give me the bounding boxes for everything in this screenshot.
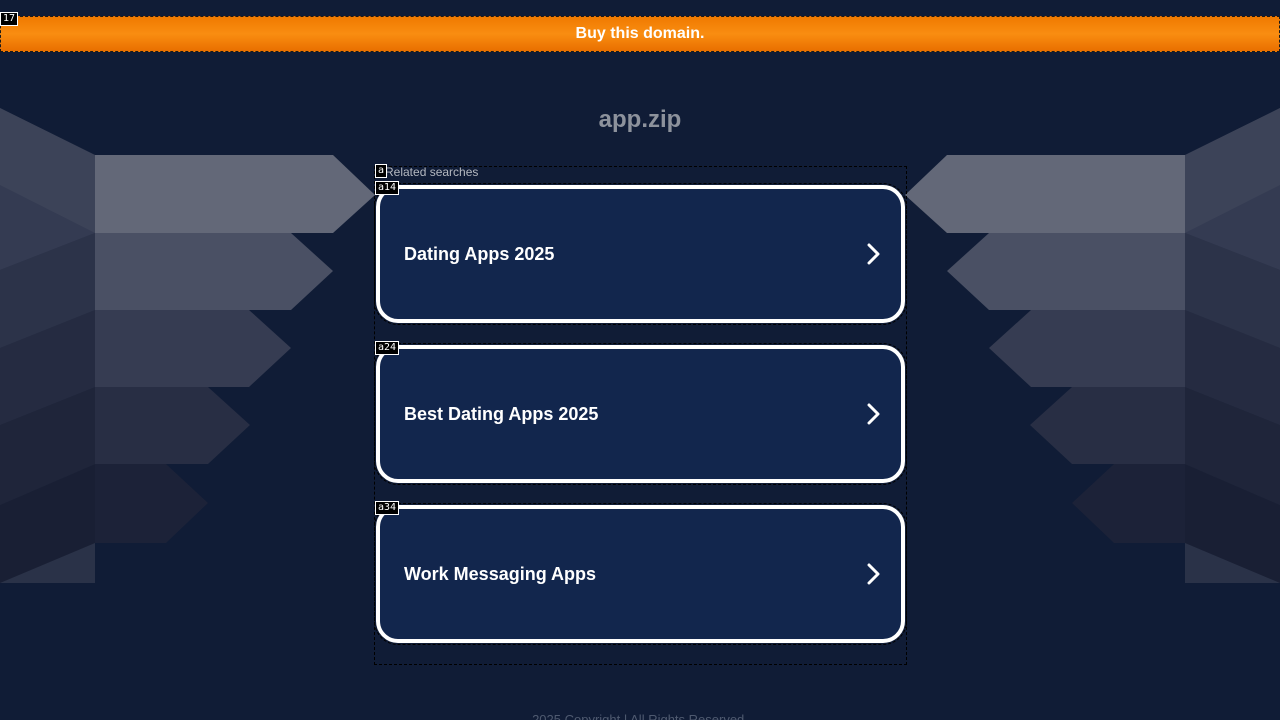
page: 17 Buy this domain. app.zip Related sear… (0, 0, 1280, 720)
card-tag-2: a24 (375, 341, 400, 355)
footer-copyright: 2025 Copyright | All Rights Reserved. (532, 712, 748, 720)
related-search-link-best-dating-apps-2025[interactable]: Best Dating Apps 2025 (374, 343, 907, 485)
buy-domain-label: Buy this domain. (575, 25, 705, 42)
card-tag-3: a34 (375, 501, 400, 515)
related-tag: a (375, 164, 388, 178)
site-title: app.zip (598, 106, 682, 133)
related-search-label: Work Messaging Apps (404, 563, 597, 584)
chevron-right-icon (867, 243, 881, 265)
related-search-link-dating-apps-2025[interactable]: Dating Apps 2025 (374, 183, 907, 325)
related-search-link-work-messaging-apps[interactable]: Work Messaging Apps (374, 503, 907, 645)
card-tag-1: a14 (375, 181, 400, 195)
related-searches-label: Related searches (385, 165, 479, 179)
chevron-right-icon (867, 403, 881, 425)
banner-tag: 17 (0, 12, 19, 26)
related-search-label: Dating Apps 2025 (404, 243, 555, 264)
chevron-right-icon (867, 563, 881, 585)
buy-domain-banner[interactable]: Buy this domain. (0, 16, 1280, 52)
related-search-label: Best Dating Apps 2025 (404, 403, 599, 424)
